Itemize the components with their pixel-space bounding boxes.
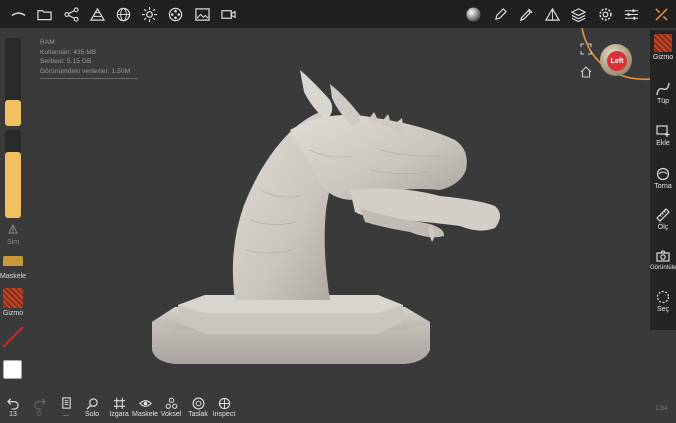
- solo-button[interactable]: Solo: [79, 397, 105, 418]
- right-tool-panel: Gizmo Tüp Ekle Torna Ölç Görüntüle Seç: [650, 30, 676, 330]
- info-button[interactable]: ...: [53, 397, 79, 418]
- curve-icon: [656, 82, 670, 96]
- right-item-label: Torna: [654, 183, 672, 190]
- share-nodes-icon[interactable]: [61, 4, 81, 24]
- grid-icon: [113, 397, 125, 410]
- right-item-select[interactable]: Seç: [650, 290, 676, 313]
- right-item-add[interactable]: Ekle: [650, 124, 676, 147]
- video-camera-icon[interactable]: [218, 4, 238, 24]
- view-gizmo[interactable]: Left: [600, 44, 632, 76]
- app-logo-icon[interactable]: [8, 4, 28, 24]
- grid-button[interactable]: Izgara: [106, 397, 132, 418]
- stack-icon[interactable]: [568, 4, 588, 24]
- grid-label: Izgara: [109, 411, 129, 418]
- magnifier-icon: [85, 398, 98, 410]
- ruler-icon: [656, 208, 670, 222]
- bottom-toolbar: 13 0 ... Solo Izgara Maskele Voksel Tasl…: [0, 395, 676, 423]
- triangle-icon[interactable]: [542, 4, 562, 24]
- sculpt-model: [152, 70, 500, 364]
- color-slash-icon[interactable]: [0, 324, 26, 350]
- solo-label: Solo: [84, 411, 99, 418]
- material-ball-icon[interactable]: [463, 4, 483, 24]
- ram-free: Serbest: 5.15 GB: [40, 58, 92, 66]
- mask-button[interactable]: Maskele: [132, 397, 158, 418]
- fit-view-icon[interactable]: [580, 42, 592, 55]
- undo-count: 13: [9, 411, 17, 418]
- gizmo-label: Gizmo: [2, 310, 24, 317]
- undo-icon: [6, 398, 19, 410]
- eye-icon: [138, 400, 152, 407]
- right-item-label: Tüp: [656, 98, 670, 105]
- left-tool-panel: Sim Maskele Gizmo: [0, 30, 26, 390]
- redo-button[interactable]: 0: [26, 397, 52, 418]
- intensity-slider[interactable]: [5, 130, 21, 218]
- image-icon[interactable]: [192, 4, 212, 24]
- paint-color-swatch[interactable]: [3, 360, 22, 379]
- right-item-view[interactable]: Görüntüle: [650, 249, 676, 271]
- inspect-button[interactable]: Inspect: [211, 397, 237, 418]
- film-reel-icon[interactable]: [165, 4, 185, 24]
- globe-icon: [192, 397, 204, 410]
- dashed-circle-icon: [656, 290, 670, 304]
- radius-slider-fill: [5, 99, 21, 126]
- info-label: ...: [63, 411, 69, 418]
- mask-label-bottom: Maskele: [132, 411, 159, 418]
- eyedropper-icon[interactable]: [516, 4, 536, 24]
- pencil-icon[interactable]: [490, 4, 510, 24]
- camera-icon: [656, 250, 670, 262]
- lathe-icon: [656, 167, 670, 181]
- sliders-icon[interactable]: [621, 4, 641, 24]
- mask-swatch[interactable]: [3, 256, 23, 266]
- intensity-slider-fill: [5, 152, 21, 218]
- right-item-label: Gizmo: [652, 54, 674, 61]
- visible-vertices: Görünümdeki vertexler: 1.50M: [40, 67, 131, 75]
- gizmo-face-label: Left: [607, 51, 627, 71]
- home-icon[interactable]: [580, 65, 592, 78]
- right-item-gizmo[interactable]: Gizmo: [650, 34, 676, 61]
- right-item-lathe[interactable]: Torna: [650, 167, 676, 190]
- ram-title: RAM: [40, 39, 55, 46]
- ram-info: RAM Kullanılan: 435 MB Serbest: 5.15 GB …: [40, 38, 138, 80]
- voxel-icon: [165, 397, 177, 409]
- inspect-label: Inspect: [212, 411, 236, 418]
- mask-label: Maskele: [0, 273, 27, 280]
- ram-divider: [40, 78, 138, 80]
- symmetry-label: Sim: [6, 239, 20, 246]
- right-item-label: Görüntüle: [650, 265, 676, 271]
- tools-icon[interactable]: [651, 4, 671, 24]
- voxel-label: Voksel: [160, 411, 182, 418]
- radius-slider[interactable]: [5, 38, 21, 126]
- right-item-measure[interactable]: Ölç: [650, 208, 676, 231]
- inspect-icon: [218, 397, 230, 410]
- gear-icon[interactable]: [595, 4, 615, 24]
- sun-icon[interactable]: [139, 4, 159, 24]
- add-window-icon: [656, 125, 670, 137]
- right-item-label: Seç: [656, 306, 670, 313]
- right-item-label: Ekle: [656, 140, 670, 147]
- version-label: 1.84: [655, 405, 668, 412]
- redo-icon: [33, 398, 46, 410]
- redo-count: 0: [37, 411, 41, 418]
- right-item-tube[interactable]: Tüp: [650, 82, 676, 105]
- draft-label: Taslak: [188, 411, 208, 418]
- voxel-button[interactable]: Voksel: [158, 397, 184, 418]
- gizmo-material-swatch[interactable]: [3, 288, 23, 308]
- folder-icon[interactable]: [34, 4, 54, 24]
- right-item-label: Ölç: [657, 224, 669, 231]
- draft-button[interactable]: Taslak: [185, 397, 211, 418]
- info-card-icon: [61, 397, 71, 409]
- top-toolbar: [0, 0, 676, 28]
- symmetry-icon[interactable]: [0, 223, 26, 236]
- layers-triangle-icon[interactable]: [87, 4, 107, 24]
- undo-button[interactable]: 13: [0, 397, 26, 418]
- ram-used: Kullanılan: 435 MB: [40, 48, 97, 56]
- material-swatch-icon: [654, 34, 672, 52]
- sphere-grid-icon[interactable]: [113, 4, 133, 24]
